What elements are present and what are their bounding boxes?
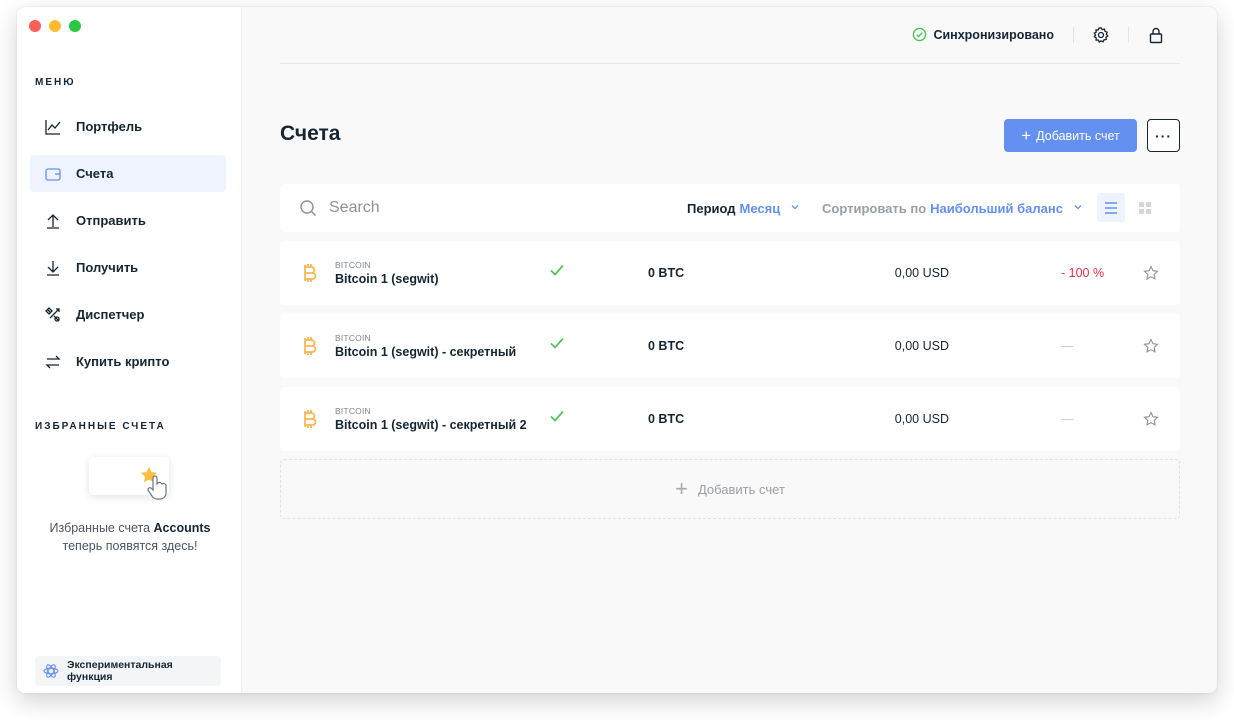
- minimize-window-button[interactable]: [49, 20, 61, 32]
- list-view-button[interactable]: [1097, 193, 1125, 222]
- synced-check-icon: [550, 337, 564, 349]
- fiat-balance: 0,00 USD: [894, 412, 949, 426]
- balance-change: - 100 %: [1061, 266, 1105, 280]
- account-row[interactable]: BITCOIN Bitcoin 1 (segwit) - секретный 2…: [280, 387, 1180, 451]
- list-icon: [1105, 201, 1117, 214]
- sidebar-item-label: Купить крипто: [76, 354, 170, 369]
- account-name: Bitcoin 1 (segwit) - секретный: [335, 345, 517, 359]
- window-controls: [29, 20, 81, 32]
- check-circle-icon: [913, 27, 927, 42]
- settings-icon[interactable]: [1092, 26, 1110, 44]
- currency-label: BITCOIN: [335, 260, 371, 270]
- plus-icon: +: [1021, 126, 1032, 145]
- favorites-illustration: [89, 457, 173, 505]
- main-content: Синхронизировано Счета + Добавить счет ·…: [242, 7, 1217, 693]
- currency-label: BITCOIN: [335, 333, 371, 343]
- exchange-icon: [44, 353, 62, 371]
- sidebar-item-portfolio[interactable]: Портфель: [30, 108, 226, 145]
- balance-change: —: [1061, 339, 1074, 353]
- add-account-row[interactable]: + Добавить счет: [280, 459, 1180, 519]
- sort-filter[interactable]: Сортировать по Наибольший баланс: [822, 201, 1083, 216]
- account-name: Bitcoin 1 (segwit) - секретный 2: [335, 418, 527, 432]
- sidebar-item-label: Отправить: [76, 213, 146, 228]
- synced-check-icon: [550, 264, 564, 276]
- page-title: Счета: [280, 122, 341, 145]
- more-options-button[interactable]: ···: [1147, 119, 1180, 152]
- add-account-button[interactable]: + Добавить счет: [1004, 119, 1137, 152]
- search-input[interactable]: [329, 196, 629, 220]
- sidebar-item-accounts[interactable]: Счета: [30, 155, 226, 192]
- chart-line-icon: [44, 118, 62, 136]
- sort-select[interactable]: Наибольший баланс: [930, 201, 1063, 216]
- star-icon[interactable]: [1143, 338, 1159, 354]
- crypto-balance: 0 BTC: [648, 339, 685, 353]
- atom-icon: [43, 664, 59, 678]
- period-select[interactable]: Месяц: [740, 201, 781, 216]
- plus-icon: +: [675, 476, 688, 501]
- sidebar-item-label: Диспетчер: [76, 307, 145, 322]
- sidebar-item-buy-crypto[interactable]: Купить крипто: [30, 343, 226, 380]
- search-icon: [300, 200, 316, 216]
- grid-icon: [1139, 201, 1151, 214]
- crypto-balance: 0 BTC: [648, 412, 685, 426]
- account-row[interactable]: BITCOIN Bitcoin 1 (segwit) 0 BTC 0,00 US…: [280, 241, 1180, 305]
- app-window: МЕНЮ Портфель Счета Отправить Получить Д…: [17, 7, 1217, 693]
- sidebar-item-send[interactable]: Отправить: [30, 202, 226, 239]
- favorites-empty-text: Избранные счета Accounts теперь появятся…: [49, 521, 211, 553]
- divider: [1073, 27, 1074, 43]
- close-window-button[interactable]: [29, 20, 41, 32]
- bitcoin-icon: [304, 264, 317, 282]
- balance-change: —: [1061, 412, 1074, 426]
- sidebar-item-label: Портфель: [76, 119, 143, 134]
- top-bar: Синхронизировано: [280, 7, 1180, 64]
- crypto-balance: 0 BTC: [648, 266, 685, 280]
- sidebar-item-label: Счета: [76, 166, 114, 181]
- grid-view-button[interactable]: [1136, 193, 1154, 222]
- experimental-feature-button[interactable]: Экспериментальная функция: [35, 656, 221, 686]
- fiat-balance: 0,00 USD: [894, 266, 949, 280]
- menu-title: МЕНЮ: [35, 77, 76, 88]
- maximize-window-button[interactable]: [69, 20, 81, 32]
- currency-label: BITCOIN: [335, 406, 371, 416]
- fiat-balance: 0,00 USD: [894, 339, 949, 353]
- chevron-down-icon: [791, 205, 799, 210]
- period-filter[interactable]: Период Месяц: [687, 201, 800, 216]
- sidebar-item-manager[interactable]: Диспетчер: [30, 296, 226, 333]
- bitcoin-icon: [304, 337, 317, 355]
- lock-icon[interactable]: [1147, 26, 1165, 44]
- sidebar: МЕНЮ Портфель Счета Отправить Получить Д…: [17, 7, 242, 693]
- sidebar-item-receive[interactable]: Получить: [30, 249, 226, 286]
- sidebar-nav: Портфель Счета Отправить Получить Диспет…: [30, 108, 226, 390]
- star-icon[interactable]: [1143, 265, 1159, 281]
- account-name: Bitcoin 1 (segwit): [335, 272, 439, 286]
- synced-check-icon: [550, 410, 564, 422]
- star-hand-icon: [141, 467, 167, 500]
- arrow-down-icon: [44, 259, 62, 277]
- account-row[interactable]: BITCOIN Bitcoin 1 (segwit) - секретный 0…: [280, 314, 1180, 378]
- wallet-icon: [44, 165, 62, 183]
- divider: [1128, 27, 1129, 43]
- arrow-up-icon: [44, 212, 62, 230]
- favorites-title: ИЗБРАННЫЕ СЧЕТА: [35, 421, 166, 432]
- chevron-down-icon: [1074, 205, 1082, 210]
- filter-bar: ПериодМесяц Сортировать поНаибольший бал…: [280, 184, 1180, 232]
- sidebar-item-label: Получить: [76, 260, 139, 275]
- sync-status[interactable]: Синхронизировано: [912, 27, 1054, 42]
- star-icon[interactable]: [1143, 411, 1159, 427]
- bitcoin-icon: [304, 410, 317, 428]
- tools-icon: [44, 306, 62, 324]
